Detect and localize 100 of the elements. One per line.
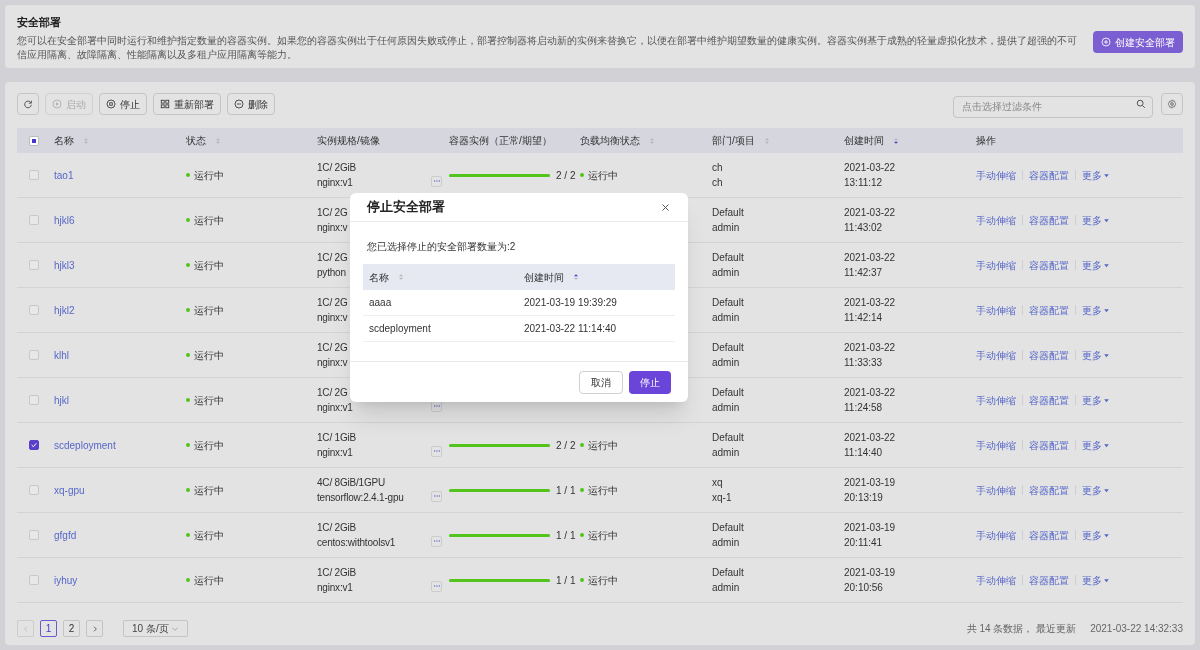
stop-confirm-button[interactable]: 停止 — [629, 370, 671, 394]
department-text: Default — [712, 386, 744, 400]
action-link[interactable]: 容器配置 — [1029, 302, 1069, 318]
deployment-name-link[interactable]: xq-gpu — [54, 484, 85, 496]
action-link[interactable]: 更多 — [1082, 527, 1110, 543]
created-time-text: 2021-03-22 — [844, 296, 896, 310]
deployment-name-link[interactable]: hjkl — [54, 394, 69, 406]
deployment-name-link[interactable]: tao1 — [54, 169, 74, 181]
deployment-name-link[interactable]: iyhuy — [54, 574, 78, 586]
create-button[interactable]: 创建安全部署 — [1093, 31, 1183, 53]
action-link[interactable]: 容器配置 — [1029, 527, 1069, 543]
action-link[interactable]: 手动伸缩 — [976, 302, 1016, 318]
refresh-icon — [23, 99, 33, 109]
more-button[interactable] — [431, 175, 442, 187]
stop-circle-button[interactable]: 停止 — [99, 93, 147, 115]
status-dot-icon — [186, 578, 190, 582]
page-button[interactable]: 1 — [40, 620, 57, 637]
action-link[interactable]: 容器配置 — [1029, 257, 1069, 273]
plus-circle-icon — [1101, 37, 1111, 47]
deployment-name-link[interactable]: hjkl3 — [54, 259, 75, 271]
more-button[interactable] — [431, 490, 442, 502]
action-link[interactable]: 手动伸缩 — [976, 572, 1016, 588]
department-text: Default — [712, 431, 744, 445]
next-page-button[interactable] — [86, 620, 103, 637]
cancel-button[interactable]: 取消 — [579, 370, 623, 394]
department-text: ch — [712, 161, 723, 175]
action-link[interactable]: 容器配置 — [1029, 482, 1069, 498]
deployment-name-link[interactable]: hjkl6 — [54, 214, 75, 226]
deployment-name-link[interactable]: klhl — [54, 349, 69, 361]
ellipsis-icon — [432, 177, 441, 185]
sort-icon[interactable] — [892, 136, 900, 145]
search-icon — [1136, 99, 1146, 109]
sort-icon[interactable] — [572, 273, 580, 281]
action-link[interactable]: 更多 — [1082, 212, 1110, 228]
action-link[interactable]: 手动伸缩 — [976, 257, 1016, 273]
ellipsis-icon — [432, 582, 441, 590]
action-link[interactable]: 手动伸缩 — [976, 167, 1016, 183]
action-link[interactable]: 容器配置 — [1029, 212, 1069, 228]
deployment-name-link[interactable]: gfgfd — [54, 529, 77, 541]
project-text: admin — [712, 581, 740, 595]
action-link[interactable]: 手动伸缩 — [976, 347, 1016, 363]
action-link[interactable]: 更多 — [1082, 392, 1110, 408]
action-link[interactable]: 手动伸缩 — [976, 437, 1016, 453]
action-link[interactable]: 更多 — [1082, 257, 1110, 273]
close-button[interactable] — [659, 201, 671, 213]
replica-count: 1 / 1 — [556, 483, 576, 498]
action-link[interactable]: 容器配置 — [1029, 167, 1069, 183]
deployment-name-link[interactable]: scdeployment — [54, 439, 116, 451]
page-size-select[interactable]: 10 条/页 — [123, 620, 188, 637]
action-link[interactable]: 更多 — [1082, 347, 1110, 363]
action-link[interactable]: 更多 — [1082, 302, 1110, 318]
action-link[interactable]: 容器配置 — [1029, 437, 1069, 453]
dialog-table-cell-text: 2021-03-19 19:39:29 — [523, 296, 618, 310]
settings-icon — [1167, 99, 1177, 109]
created-time-text: 11:43:02 — [844, 221, 883, 235]
select-all-checkbox[interactable] — [28, 135, 39, 146]
refresh-button[interactable] — [17, 93, 39, 115]
action-link[interactable]: 更多 — [1082, 437, 1110, 453]
caret-down-icon — [1103, 171, 1110, 179]
action-link[interactable]: 手动伸缩 — [976, 482, 1016, 498]
dialog-table-cell-text: 2021-03-22 11:14:40 — [523, 322, 618, 336]
project-text: admin — [712, 221, 740, 235]
created-time-text: 13:11:12 — [844, 176, 883, 190]
row-checkbox[interactable] — [28, 440, 39, 450]
caret-down-icon — [1103, 351, 1110, 359]
created-time-text: 20:11:41 — [844, 536, 883, 550]
action-link[interactable]: 容器配置 — [1029, 347, 1069, 363]
project-text: admin — [712, 356, 740, 370]
action-link[interactable]: 容器配置 — [1029, 392, 1069, 408]
action-link[interactable]: 更多 — [1082, 167, 1110, 183]
department-text: xq — [712, 476, 723, 490]
minus-circle-button[interactable]: 删除 — [227, 93, 275, 115]
action-link[interactable]: 手动伸缩 — [976, 212, 1016, 228]
page-button[interactable]: 2 — [63, 620, 80, 637]
action-link[interactable]: 更多 — [1082, 572, 1110, 588]
department-text: Default — [712, 206, 744, 220]
spec-text: python — [317, 266, 346, 280]
created-time-text: 2021-03-22 — [844, 161, 896, 175]
created-time-text: 2021-03-19 — [844, 521, 896, 535]
spec-text: centos:withtoolsv1 — [317, 536, 396, 550]
filter-field[interactable]: 点击选择过滤条件 — [953, 95, 1153, 118]
caret-down-icon — [1103, 396, 1110, 404]
close-icon — [660, 202, 670, 212]
settings-button[interactable] — [1161, 93, 1183, 115]
more-button[interactable] — [431, 535, 442, 547]
more-button[interactable] — [431, 445, 442, 457]
action-link[interactable]: 手动伸缩 — [976, 527, 1016, 543]
column-header: 实例规格/镜像 — [317, 134, 380, 148]
action-link[interactable]: 容器配置 — [1029, 572, 1069, 588]
sort-icon[interactable] — [397, 273, 405, 281]
dialog-table-cell-text: scdeployment — [368, 322, 432, 336]
caret-down-icon — [1103, 486, 1110, 494]
status-text: 运行中 — [588, 528, 618, 543]
action-link[interactable]: 手动伸缩 — [976, 392, 1016, 408]
deployment-name-link[interactable]: hjkl2 — [54, 304, 75, 316]
action-link[interactable]: 更多 — [1082, 482, 1110, 498]
created-time-text: 11:24:58 — [844, 401, 883, 415]
more-button[interactable] — [431, 580, 442, 592]
spec-text: 1C/ 1GiB — [317, 431, 356, 445]
grid-button[interactable]: 重新部署 — [153, 93, 221, 115]
